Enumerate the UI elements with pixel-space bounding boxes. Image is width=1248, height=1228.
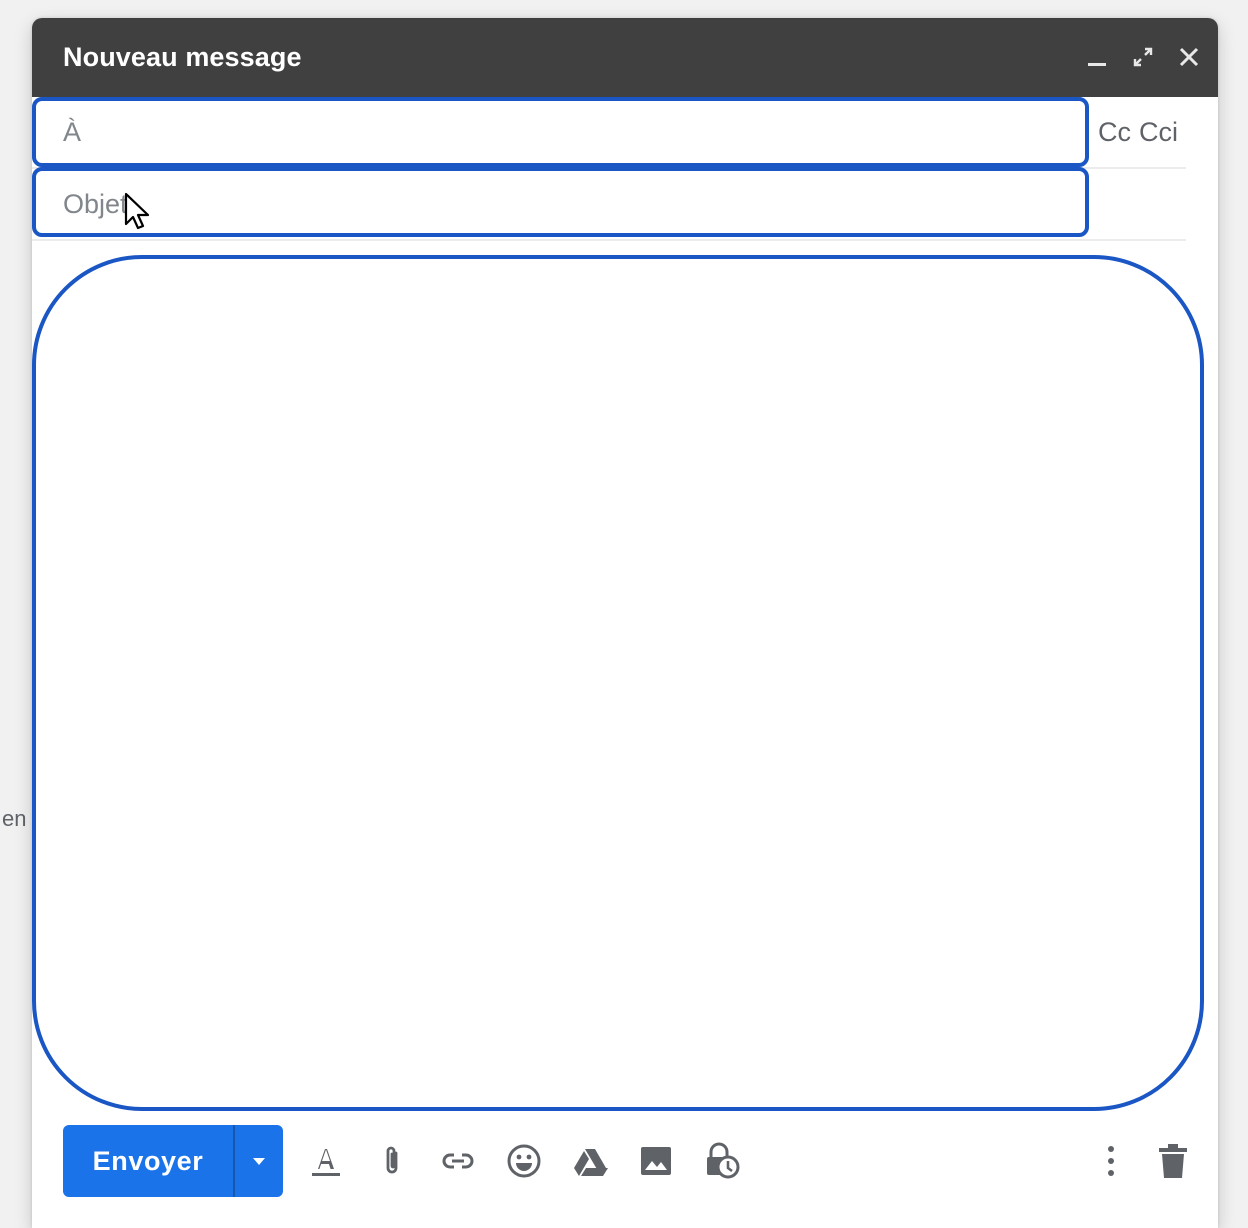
send-button[interactable]: Envoyer — [63, 1125, 235, 1197]
compose-title: Nouveau message — [63, 42, 302, 72]
cc-link[interactable]: Cc — [1098, 117, 1131, 148]
mouse-cursor-icon — [124, 192, 152, 237]
formatting-tools — [306, 1141, 742, 1181]
trash-icon[interactable] — [1153, 1141, 1193, 1181]
link-icon[interactable] — [438, 1141, 478, 1181]
compose-toolbar: Envoyer — [63, 1125, 1193, 1197]
compose-titlebar[interactable]: Nouveau message — [32, 18, 1218, 97]
minimize-icon[interactable] — [1082, 42, 1112, 72]
bcc-link[interactable]: Cci — [1139, 117, 1178, 148]
send-button-group: Envoyer — [63, 1125, 283, 1197]
attach-icon[interactable] — [372, 1141, 412, 1181]
chevron-down-icon — [253, 1158, 265, 1165]
right-tools — [1091, 1141, 1193, 1181]
cc-bcc-links: Cc Cci — [1098, 117, 1178, 148]
photo-icon[interactable] — [636, 1141, 676, 1181]
more-options-icon[interactable] — [1091, 1141, 1131, 1181]
compose-window: Nouveau message À Cc Cci Objet Envoyer — [32, 18, 1218, 1228]
window-controls — [1082, 42, 1204, 72]
to-field-highlight — [32, 97, 1089, 167]
subject-field-highlight — [32, 167, 1089, 237]
message-body[interactable] — [32, 255, 1204, 1111]
close-icon[interactable] — [1174, 42, 1204, 72]
confidential-mode-icon[interactable] — [702, 1141, 742, 1181]
text-format-icon[interactable] — [306, 1141, 346, 1181]
emoji-icon[interactable] — [504, 1141, 544, 1181]
drive-icon[interactable] — [570, 1141, 610, 1181]
send-options-dropdown[interactable] — [235, 1125, 283, 1197]
background-text: en — [2, 806, 27, 831]
expand-icon[interactable] — [1128, 42, 1158, 72]
